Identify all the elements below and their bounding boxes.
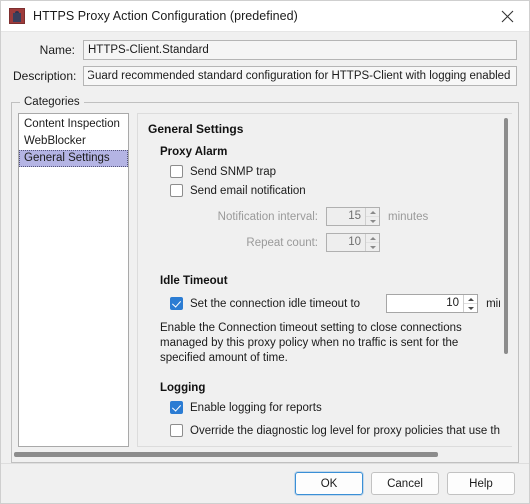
cancel-button[interactable]: Cancel [371, 472, 439, 495]
categories-horizontal-scrollbar-thumb[interactable] [14, 452, 438, 457]
settings-vertical-scrollbar[interactable] [500, 114, 512, 446]
idle-timeout-down-icon[interactable] [464, 304, 477, 312]
notification-interval-stepper[interactable]: 15 [326, 207, 380, 226]
idle-timeout-value: 10 [446, 297, 460, 309]
categories-listbox[interactable]: Content Inspection WebBlocker General Se… [18, 113, 129, 447]
override-diagnostic-checkbox[interactable] [170, 424, 183, 437]
list-item[interactable]: General Settings [19, 150, 128, 167]
description-label: Description: [13, 69, 77, 83]
list-item[interactable]: Content Inspection [19, 116, 128, 133]
proxy-action-icon [9, 8, 25, 24]
set-idle-timeout-label: Set the connection idle timeout to [190, 297, 361, 310]
send-email-notification-label: Send email notification [190, 184, 306, 197]
categories-group-title: Categories [20, 96, 84, 108]
repeat-count-value: 10 [348, 236, 361, 248]
notification-interval-label: Notification interval: [217, 210, 318, 223]
dialog-footer: OK Cancel Help [1, 463, 529, 503]
repeat-count-up-icon[interactable] [366, 234, 379, 243]
enable-logging-row[interactable]: Enable logging for reports [170, 401, 496, 414]
name-label: Name: [39, 43, 75, 57]
description-input[interactable] [83, 66, 517, 86]
notification-interval-down-icon[interactable] [366, 217, 379, 225]
ok-button[interactable]: OK [295, 472, 363, 495]
close-icon[interactable] [485, 1, 529, 31]
enable-logging-checkbox[interactable] [170, 401, 183, 414]
send-snmp-trap-row[interactable]: Send SNMP trap [170, 165, 496, 178]
idle-timeout-unit: minutes [486, 297, 500, 310]
notification-interval-value: 15 [348, 210, 361, 222]
categories-group: Categories Content Inspection WebBlocker… [11, 96, 519, 463]
repeat-count-stepper[interactable]: 10 [326, 233, 380, 252]
send-snmp-trap-checkbox[interactable] [170, 165, 183, 178]
override-diagnostic-row[interactable]: Override the diagnostic log level for pr… [170, 424, 500, 437]
list-item[interactable]: WebBlocker [19, 133, 128, 150]
categories-horizontal-scrollbar[interactable] [14, 449, 516, 460]
idle-timeout-stepper[interactable]: 10 [386, 294, 479, 313]
notification-interval-up-icon[interactable] [366, 208, 379, 217]
notification-interval-unit: minutes [388, 210, 429, 223]
enable-logging-label: Enable logging for reports [190, 401, 322, 414]
repeat-count-row: Repeat count: 10 [170, 233, 496, 252]
send-snmp-trap-label: Send SNMP trap [190, 165, 277, 178]
settings-pane: General Settings Proxy Alarm Send SNMP t… [137, 113, 512, 447]
header-fields: Name: Description: [1, 32, 529, 96]
override-diagnostic-label: Override the diagnostic log level for pr… [190, 424, 500, 437]
repeat-count-label: Repeat count: [246, 236, 318, 249]
window-title: HTTPS Proxy Action Configuration (predef… [33, 9, 298, 23]
set-idle-timeout-row[interactable]: Set the connection idle timeout to 10 mi… [170, 294, 500, 313]
idle-timeout-up-icon[interactable] [464, 295, 478, 304]
dialog-window: HTTPS Proxy Action Configuration (predef… [0, 0, 530, 504]
logging-title: Logging [160, 382, 206, 394]
settings-vertical-scrollbar-thumb[interactable] [504, 118, 508, 354]
set-idle-timeout-checkbox[interactable] [170, 297, 183, 310]
pane-title: General Settings [148, 122, 244, 136]
repeat-count-down-icon[interactable] [366, 243, 379, 251]
settings-scroll-area: General Settings Proxy Alarm Send SNMP t… [138, 114, 500, 446]
idle-timeout-title: Idle Timeout [160, 275, 228, 287]
name-row: Name: [13, 40, 517, 60]
name-input[interactable] [83, 40, 517, 60]
idle-timeout-help-text: Enable the Connection timeout setting to… [160, 322, 462, 364]
help-button[interactable]: Help [447, 472, 515, 495]
description-row: Description: [13, 66, 517, 86]
proxy-alarm-title: Proxy Alarm [160, 146, 228, 158]
title-bar: HTTPS Proxy Action Configuration (predef… [1, 1, 529, 32]
notification-interval-row: Notification interval: 15 minutes [170, 207, 496, 226]
send-email-notification-row[interactable]: Send email notification [170, 184, 496, 197]
send-email-notification-checkbox[interactable] [170, 184, 183, 197]
